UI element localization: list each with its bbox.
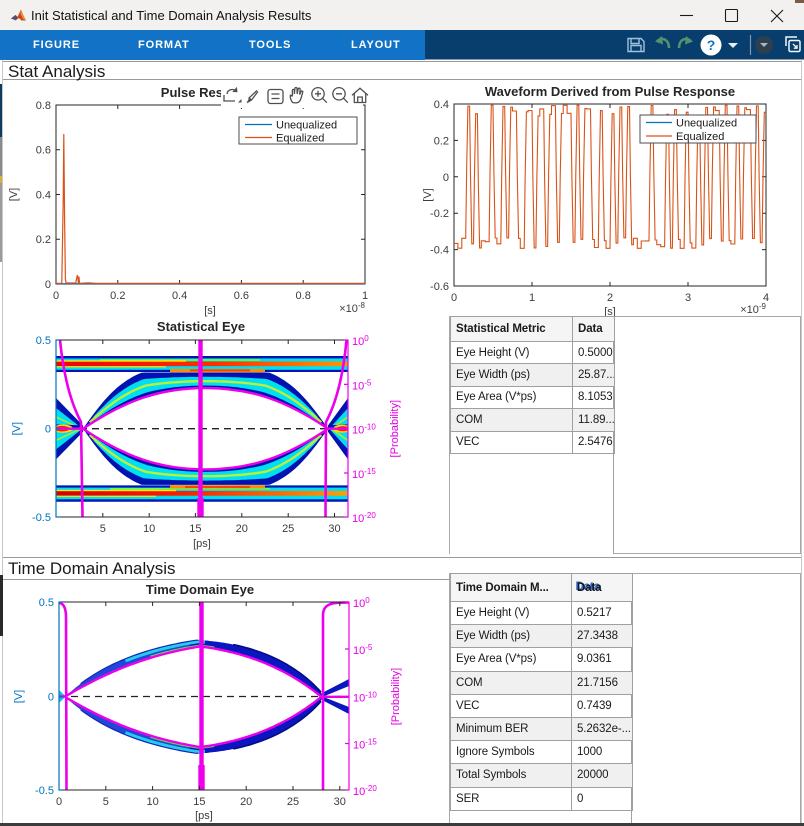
svg-text:20: 20 [240, 796, 252, 808]
svg-text:0.5: 0.5 [39, 597, 54, 609]
svg-text:[V]: [V] [8, 188, 20, 201]
svg-text:100: 100 [353, 596, 370, 610]
svg-text:25: 25 [282, 523, 294, 535]
svg-text:10-15: 10-15 [353, 738, 377, 752]
svg-text:25: 25 [287, 796, 299, 808]
svg-text:Unequalized: Unequalized [276, 120, 337, 132]
svg-text:10-10: 10-10 [353, 691, 377, 705]
svg-text:0: 0 [443, 172, 449, 184]
svg-text:[V]: [V] [422, 188, 434, 201]
svg-text:10-20: 10-20 [352, 511, 376, 525]
svg-text:0.4: 0.4 [172, 290, 187, 302]
svg-text:15: 15 [189, 523, 201, 535]
svg-text:10-5: 10-5 [352, 378, 372, 392]
svg-text:[s]: [s] [204, 305, 216, 317]
svg-text:Unequalized: Unequalized [676, 118, 737, 130]
svg-text:Equalized: Equalized [276, 133, 324, 145]
svg-text:0: 0 [45, 279, 51, 291]
svg-text:0: 0 [53, 290, 59, 302]
svg-text:×10-9: ×10-9 [740, 302, 766, 316]
svg-text:0: 0 [56, 796, 62, 808]
svg-text:10-5: 10-5 [353, 643, 373, 657]
svg-text:0.8: 0.8 [36, 100, 51, 112]
svg-text:?: ? [707, 37, 716, 53]
svg-text:15: 15 [193, 796, 205, 808]
svg-text:×10-8: ×10-8 [339, 301, 365, 315]
svg-text:-0.4: -0.4 [430, 245, 449, 257]
svg-text:[Probability]: [Probability] [389, 400, 401, 457]
svg-text:10-20: 10-20 [353, 784, 377, 798]
svg-text:100: 100 [352, 334, 369, 348]
svg-text:0.4: 0.4 [36, 190, 51, 202]
svg-text:0: 0 [48, 692, 54, 704]
svg-text:Statistical Eye: Statistical Eye [157, 320, 245, 334]
svg-text:10-10: 10-10 [352, 423, 376, 437]
svg-text:0.6: 0.6 [234, 290, 249, 302]
svg-text:0.4: 0.4 [434, 99, 449, 111]
svg-text:0.2: 0.2 [110, 290, 125, 302]
svg-text:10: 10 [146, 796, 158, 808]
svg-text:0.5: 0.5 [36, 335, 51, 347]
svg-text:0: 0 [451, 292, 457, 304]
svg-text:0: 0 [45, 424, 51, 436]
svg-text:5: 5 [103, 796, 109, 808]
svg-text:Equalized: Equalized [676, 131, 724, 143]
svg-text:30: 30 [328, 523, 340, 535]
svg-text:1: 1 [529, 292, 535, 304]
svg-text:Waveform Derived from Pulse Re: Waveform Derived from Pulse Response [485, 84, 735, 99]
svg-text:0.2: 0.2 [36, 234, 51, 246]
svg-text:[V]: [V] [13, 690, 25, 703]
svg-text:5: 5 [100, 523, 106, 535]
svg-text:Time Domain Eye: Time Domain Eye [146, 582, 254, 597]
svg-text:30: 30 [334, 796, 346, 808]
svg-text:2: 2 [607, 292, 613, 304]
svg-text:10-15: 10-15 [352, 467, 376, 481]
svg-text:-0.5: -0.5 [35, 785, 54, 797]
svg-text:0.8: 0.8 [296, 290, 311, 302]
svg-text:0.2: 0.2 [434, 135, 449, 147]
svg-text:10: 10 [143, 523, 155, 535]
svg-text:[ps]: [ps] [193, 538, 211, 550]
svg-text:[V]: [V] [11, 422, 23, 435]
svg-text:3: 3 [685, 292, 691, 304]
svg-text:20: 20 [236, 523, 248, 535]
svg-text:0.6: 0.6 [36, 145, 51, 157]
svg-text:-0.2: -0.2 [430, 208, 449, 220]
svg-text:-0.6: -0.6 [430, 281, 449, 293]
svg-text:-0.5: -0.5 [32, 512, 51, 524]
svg-text:[ps]: [ps] [195, 810, 213, 822]
svg-text:[Probability]: [Probability] [390, 668, 402, 725]
